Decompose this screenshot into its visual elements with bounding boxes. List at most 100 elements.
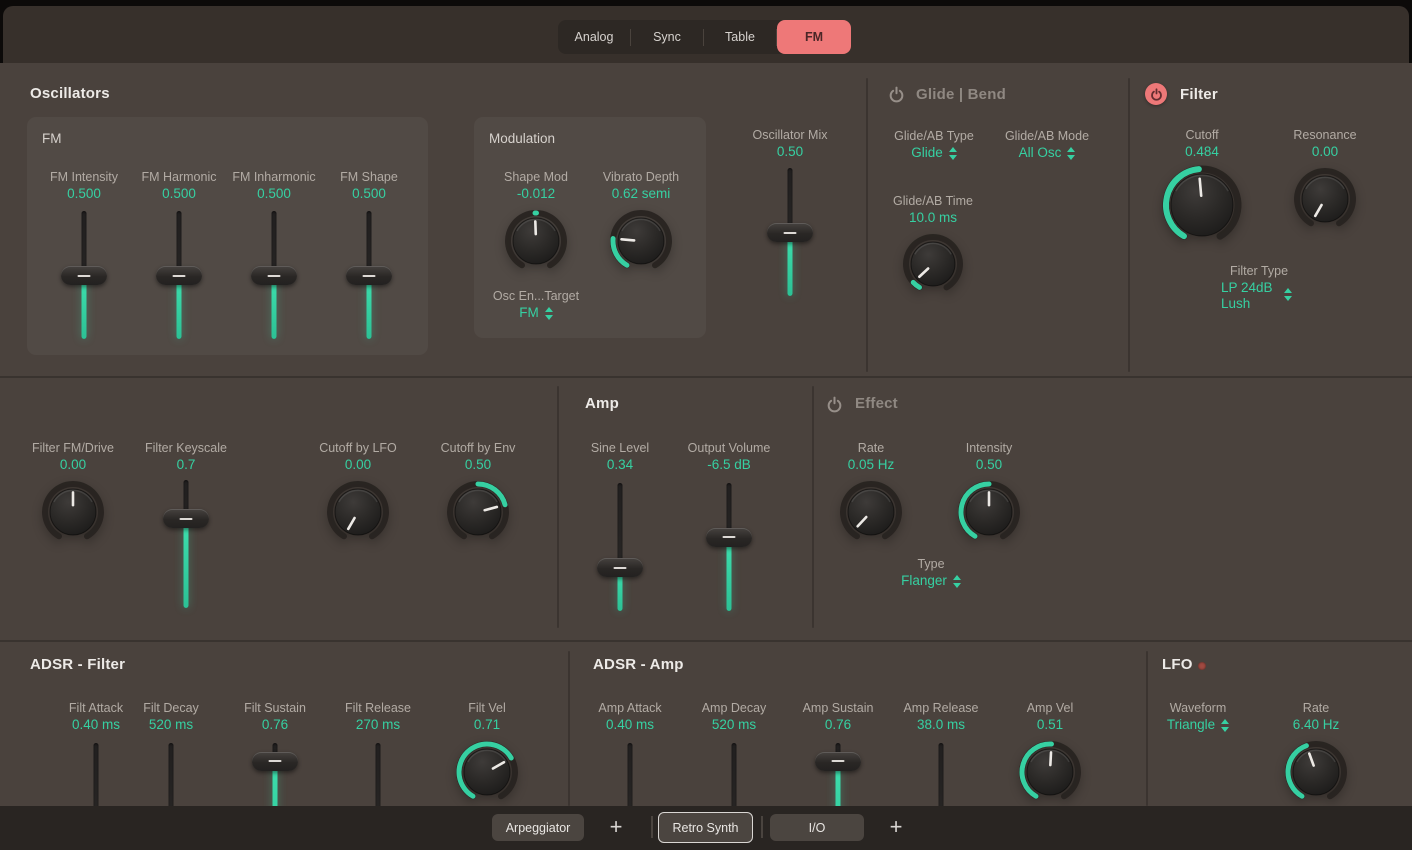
amp-release-slider[interactable] [918, 743, 964, 806]
vibrato-depth-knob[interactable] [581, 208, 701, 274]
oscillators-section-title: Oscillators [30, 85, 110, 102]
glide-time-value[interactable]: 10.0 ms [873, 209, 993, 227]
filter-type-stepper[interactable] [1284, 288, 1292, 301]
sine-level-value[interactable]: 0.34 [560, 456, 680, 474]
amp-release-value[interactable]: 38.0 ms [881, 716, 1001, 734]
resonance-knob[interactable] [1265, 166, 1385, 232]
filt-decay-control: Filt Decay 520 ms [111, 700, 231, 806]
filter-fm-drive-knob[interactable] [13, 479, 133, 545]
sine-level-slider[interactable] [597, 483, 643, 611]
effect-power-button[interactable] [826, 396, 843, 413]
filter-keyscale-slider[interactable] [163, 480, 209, 608]
lfo-rate-value[interactable]: 6.40 Hz [1256, 716, 1376, 734]
glide-mode-stepper[interactable] [1067, 147, 1075, 160]
lfo-waveform-stepper[interactable] [1221, 719, 1229, 732]
cutoff-value[interactable]: 0.484 [1142, 143, 1262, 161]
filt-vel-value[interactable]: 0.71 [427, 716, 547, 734]
filter-fm-drive-value[interactable]: 0.00 [13, 456, 133, 474]
glide-mode-control: Glide/AB Mode All Osc [987, 128, 1107, 162]
effect-type-stepper[interactable] [953, 575, 961, 588]
effect-type-value[interactable]: Flanger [901, 572, 947, 590]
amp-attack-value[interactable]: 0.40 ms [570, 716, 690, 734]
shape-mod-knob[interactable] [476, 208, 596, 274]
effect-section-title: Effect [855, 395, 898, 412]
amp-vel-value[interactable]: 0.51 [990, 716, 1110, 734]
amp-release-label: Amp Release [881, 700, 1001, 716]
filt-release-value[interactable]: 270 ms [318, 716, 438, 734]
add-plugin-button-right[interactable]: + [884, 812, 908, 842]
amp-sustain-slider[interactable] [815, 743, 861, 806]
effect-intensity-knob[interactable] [929, 479, 1049, 545]
filt-decay-value[interactable]: 520 ms [111, 716, 231, 734]
oscillator-mix-value[interactable]: 0.50 [730, 143, 850, 161]
glide-time-knob[interactable] [873, 232, 993, 296]
resonance-control: Resonance 0.00 [1265, 127, 1385, 232]
filt-release-control: Filt Release 270 ms [318, 700, 438, 806]
glide-mode-value[interactable]: All Osc [1019, 144, 1062, 162]
output-volume-slider[interactable] [706, 483, 752, 611]
effect-rate-value[interactable]: 0.05 Hz [811, 456, 931, 474]
glide-type-stepper[interactable] [949, 147, 957, 160]
tab-analog[interactable]: Analog [558, 20, 630, 54]
vibrato-depth-label: Vibrato Depth [581, 169, 701, 185]
effect-type-control: Type Flanger [871, 556, 991, 590]
oscillator-mix-slider[interactable] [767, 168, 813, 296]
fm-shape-slider[interactable] [346, 211, 392, 339]
arpeggiator-button[interactable]: Arpeggiator [492, 814, 584, 841]
io-button[interactable]: I/O [770, 814, 864, 841]
vertical-divider [866, 78, 868, 372]
glide-type-value[interactable]: Glide [911, 144, 943, 162]
cutoff-knob[interactable] [1142, 164, 1262, 246]
osc-env-target-value[interactable]: FM [519, 304, 539, 322]
resonance-value[interactable]: 0.00 [1265, 143, 1385, 161]
cutoff-by-env-label: Cutoff by Env [418, 440, 538, 456]
filter-keyscale-label: Filter Keyscale [126, 440, 246, 456]
filter-keyscale-control: Filter Keyscale 0.7 [126, 440, 246, 608]
oscillator-mode-tabs: Analog Sync Table FM [558, 20, 851, 54]
filt-sustain-slider[interactable] [252, 743, 298, 806]
filt-decay-slider[interactable] [148, 743, 194, 806]
lfo-rate-knob[interactable] [1256, 739, 1376, 805]
retro-synth-button[interactable]: Retro Synth [658, 812, 753, 843]
fm-intensity-slider[interactable] [61, 211, 107, 339]
amp-attack-slider[interactable] [607, 743, 653, 806]
filt-sustain-value[interactable]: 0.76 [215, 716, 335, 734]
effect-rate-knob[interactable] [811, 479, 931, 545]
osc-env-target-stepper[interactable] [545, 307, 553, 320]
fm-shape-value[interactable]: 0.500 [309, 185, 429, 203]
filter-type-value[interactable]: LP 24dB Lush [1221, 280, 1273, 312]
amp-vel-knob[interactable] [990, 739, 1110, 805]
glide-time-control: Glide/AB Time 10.0 ms [873, 193, 993, 296]
amp-decay-value[interactable]: 520 ms [674, 716, 794, 734]
vibrato-depth-value[interactable]: 0.62 semi [581, 185, 701, 203]
fm-shape-control: FM Shape 0.500 [309, 169, 429, 339]
modulation-panel-title: Modulation [489, 131, 555, 146]
horizontal-divider [0, 376, 1412, 378]
lfo-rate-control: Rate 6.40 Hz [1256, 700, 1376, 805]
shape-mod-value[interactable]: -0.012 [476, 185, 596, 203]
cutoff-by-lfo-knob[interactable] [298, 479, 418, 545]
add-plugin-button-left[interactable]: + [604, 812, 628, 842]
output-volume-value[interactable]: -6.5 dB [669, 456, 789, 474]
filt-vel-knob[interactable] [427, 739, 547, 805]
oscillator-mix-control: Oscillator Mix 0.50 [730, 127, 850, 296]
cutoff-by-lfo-value[interactable]: 0.00 [298, 456, 418, 474]
glide-bend-power-button[interactable] [888, 86, 905, 103]
filter-keyscale-value[interactable]: 0.7 [126, 456, 246, 474]
fm-panel-title: FM [42, 131, 62, 146]
filter-power-button[interactable] [1145, 83, 1167, 105]
cutoff-by-env-knob[interactable] [418, 479, 538, 545]
fm-inharmonic-slider[interactable] [251, 211, 297, 339]
amp-decay-slider[interactable] [711, 743, 757, 806]
effect-intensity-value[interactable]: 0.50 [929, 456, 1049, 474]
tab-fm[interactable]: FM [777, 20, 851, 54]
lfo-waveform-value[interactable]: Triangle [1167, 716, 1215, 734]
tab-table[interactable]: Table [704, 20, 776, 54]
fm-harmonic-slider[interactable] [156, 211, 202, 339]
tab-sync[interactable]: Sync [631, 20, 703, 54]
cutoff-by-env-value[interactable]: 0.50 [418, 456, 538, 474]
glide-type-control: Glide/AB Type Glide [874, 128, 994, 162]
effect-rate-label: Rate [811, 440, 931, 456]
filt-release-slider[interactable] [355, 743, 401, 806]
amp-sustain-value[interactable]: 0.76 [778, 716, 898, 734]
